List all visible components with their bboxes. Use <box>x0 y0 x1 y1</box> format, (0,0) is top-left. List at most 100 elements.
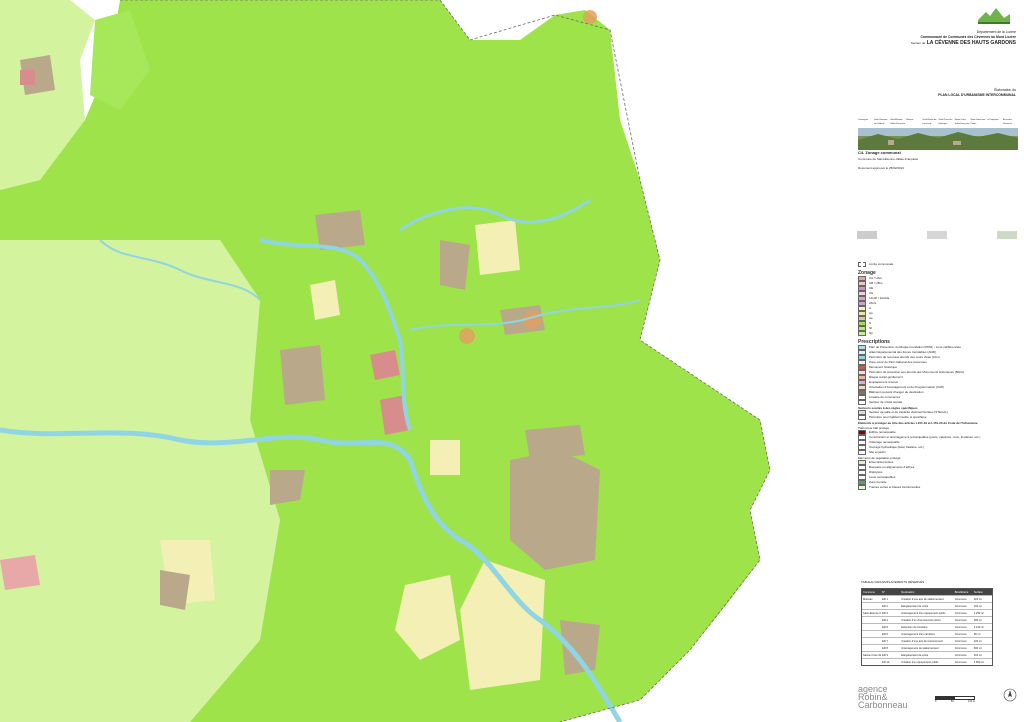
table-cell: Commune <box>954 639 967 643</box>
sector-prefix: Secteur de <box>910 41 926 45</box>
table-header-cell: N° <box>882 590 886 594</box>
zone-ae-6 <box>315 210 365 250</box>
table-row: ER 6 Aménagement d'un carrefour Commune 90 … <box>862 630 992 637</box>
table-header-cell: Surface <box>973 590 983 594</box>
legend-label: Périmètre pour habitat insolite et spéci… <box>869 415 927 419</box>
table-cell: Aménagement d'un carrefour <box>901 632 935 636</box>
partner-logo-icon <box>857 231 877 239</box>
legend-label: A <box>869 306 872 310</box>
legend-label: Nl <box>869 326 872 330</box>
table-cell: 1 800 m² <box>973 660 985 664</box>
table-cell: Sainte-Croix-Vallée-Française <box>863 653 881 657</box>
zoning-map[interactable] <box>0 0 850 722</box>
legend-label: UA / UAm <box>869 276 883 280</box>
zone-urban-1 <box>370 350 400 380</box>
zone-list: UA / UAm UB / UBm UE UH 1AUD / 1AUDa 2AUL A Ap A… <box>858 276 1018 336</box>
legend-label: Risque retrait-gonflement <box>869 375 903 379</box>
table-header-cell: Bénéficiaire <box>954 590 969 594</box>
table-cell: Création d'un cheminement piéton <box>901 618 941 622</box>
department-label: Département de la Lozère <box>976 30 1016 34</box>
legend-label: UH <box>869 291 874 295</box>
legend-label: Emplacement réservé <box>869 380 899 384</box>
table-cell: ER 3 <box>882 611 888 615</box>
map-cartouche: Département de la Lozère Communauté de C… <box>855 0 1024 722</box>
legend-label: Construction et aménagement remarquables… <box>869 435 981 439</box>
table-cell: 480 m² <box>973 618 982 622</box>
legend-label: Ouvrage hydraulique (béal, béalière, etc… <box>869 445 925 449</box>
legend-label: Ae <box>869 316 873 320</box>
table-cell: Élargissement de voirie <box>901 653 929 657</box>
legend-swatch <box>858 485 866 490</box>
table-cell: Saint-Étienne-Vallée-Française <box>863 611 881 615</box>
north-arrow-icon <box>1003 688 1017 702</box>
zone-ae-8 <box>270 470 305 505</box>
commune-limit-swatch <box>858 262 866 267</box>
scale-label: 50 <box>950 700 954 703</box>
monument-marker-3[interactable] <box>459 328 475 344</box>
table-cell: 320 m² <box>973 597 982 601</box>
legend-label: UB / UBm <box>869 281 883 285</box>
table-cell: Aménagement d'un équipement public <box>901 611 946 615</box>
legend-label: 1AUD / 1AUDa <box>869 296 890 300</box>
legend-label: Édifice remarquable <box>869 430 896 434</box>
zone-ae-5 <box>560 620 600 675</box>
zone-a-6 <box>430 440 460 475</box>
table-cell: Commune <box>954 625 967 629</box>
table-cell: ER 9 <box>882 653 888 657</box>
table-cell: Moissac <box>863 597 873 601</box>
table-header-cell: Destination <box>901 590 915 594</box>
zone-ae-4 <box>525 425 585 460</box>
table-cell: 310 m² <box>973 653 982 657</box>
legend-label: Ripisylves <box>869 470 883 474</box>
zone-ae-7 <box>160 570 190 610</box>
reserved-table-title: TABLEAU DES EMPLACEMENTS RÉSERVÉS <box>861 580 925 584</box>
community-logo-icon <box>978 8 1010 24</box>
legend-label: UE <box>869 286 874 290</box>
monument-marker-1[interactable] <box>583 10 597 24</box>
table-row: ER 8 Aménagement de stationnement Commune 6… <box>862 644 992 651</box>
photo-label: Moissac <box>906 119 914 121</box>
legend-label: Linéaire de commerces <box>869 395 901 399</box>
table-cell: 220 m² <box>973 639 982 643</box>
legend-swatch <box>858 450 866 455</box>
photo-label: Saint-Martin-de-Lansuscle <box>922 119 937 125</box>
table-cell: ER 6 <box>882 632 888 636</box>
document-date: Document approuvé le 25/02/2021 <box>858 166 905 170</box>
legend-item-patrimoine: Site et jardin <box>858 450 1018 455</box>
legend-label: Bosquets ou alignements d'arbres <box>869 465 915 469</box>
zone-a-5 <box>310 280 340 320</box>
table-cell: Création d'un équipement public <box>901 660 939 664</box>
partner-logo-icon <box>997 231 1017 239</box>
table-cell: ER 5 <box>882 625 888 629</box>
legend-label: Trames vertes et bleues fonctionnelles <box>869 485 921 489</box>
photo-label: Cassagnas <box>858 119 869 121</box>
table-row: ER 7 Création d'une aire de retournement C… <box>862 637 992 644</box>
table-cell: Commune <box>954 653 967 657</box>
legend-label: Ensembles boisés <box>869 460 894 464</box>
table-row: Sainte-Croix-Vallée-FrançaiseER 9 Élargis… <box>862 651 992 658</box>
zone-np-area-west <box>0 240 280 722</box>
table-cell: Commune <box>954 597 967 601</box>
sector-name: Secteur de LA CÉVENNE DES HAUTS GARDONS <box>911 40 1016 46</box>
table-cell: Commune <box>954 604 967 608</box>
zone-a-1 <box>475 220 520 275</box>
table-cell: 90 m² <box>973 632 981 636</box>
table-cell: Création d'une aire de retournement <box>901 639 943 643</box>
table-cell: Création d'une aire de stationnement <box>901 597 944 601</box>
zone-urban-4 <box>20 70 35 85</box>
photo-label: Le Pompidou <box>986 119 999 121</box>
legend-label: Clôturage remarquable <box>869 440 900 444</box>
zone-urban-3 <box>0 555 40 590</box>
legend-label: N <box>869 321 872 325</box>
agency-logo: agence Robin& Carbonneau <box>858 685 908 710</box>
legend-item-commune-limit: Limite communale <box>858 262 1018 267</box>
scale-label: 0 <box>935 700 937 703</box>
legend-label: Limite communale <box>869 262 894 266</box>
table-cell: ER 10 <box>882 660 890 664</box>
sector-title: LA CÉVENNE DES HAUTS GARDONS <box>926 40 1016 46</box>
document-title: C4. Zonage communal <box>858 150 901 155</box>
legend-label: Monument historique <box>869 365 898 369</box>
legend-label: Périmètre de recul aux abords des cours … <box>869 355 940 359</box>
table-row: Moissac ER 1 Création d'une aire de statio… <box>862 595 992 602</box>
legend-item-secteur: Périmètre pour habitat insolite et spéci… <box>858 415 1018 420</box>
